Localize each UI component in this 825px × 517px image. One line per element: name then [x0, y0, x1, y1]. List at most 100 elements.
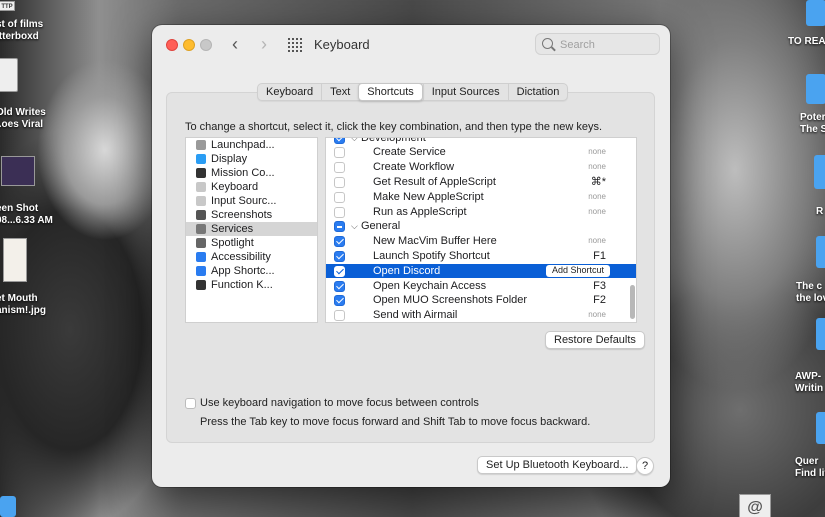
service-checkbox[interactable]: [334, 162, 345, 174]
setup-bluetooth-keyboard-button[interactable]: Set Up Bluetooth Keyboard...: [477, 456, 638, 474]
service-row[interactable]: New MacVim Buffer Here none: [326, 234, 636, 249]
service-checkbox[interactable]: [334, 295, 345, 307]
service-row[interactable]: Launch Spotify Shortcut F1: [326, 249, 636, 264]
service-row[interactable]: Send with Airmail none: [326, 308, 636, 322]
service-row[interactable]: Open Keychain Access F3: [326, 279, 636, 294]
category-item[interactable]: Function K...: [186, 278, 317, 292]
desktop-file[interactable]: [2, 238, 28, 286]
display-icon: [196, 154, 206, 164]
service-row[interactable]: Get Result of AppleScript ⌘*: [326, 175, 636, 190]
desktop-file[interactable]: TTP: [0, 0, 16, 12]
tab-dictation[interactable]: Dictation: [507, 84, 568, 100]
services-scrollbar[interactable]: [628, 137, 637, 323]
desktop-folder[interactable]: [816, 412, 825, 448]
shortcut-key[interactable]: none: [588, 234, 606, 249]
category-item[interactable]: Screenshots: [186, 208, 317, 222]
service-checkbox[interactable]: [334, 221, 345, 233]
forward-button[interactable]: ›: [255, 35, 273, 55]
desktop-folder[interactable]: [816, 236, 825, 272]
shortcut-key[interactable]: ⌘*: [591, 175, 606, 190]
shortcut-key[interactable]: none: [588, 160, 606, 175]
tab-shortcuts[interactable]: Shortcuts: [358, 83, 423, 101]
service-checkbox[interactable]: [334, 250, 345, 262]
category-item[interactable]: Accessibility: [186, 250, 317, 264]
service-checkbox[interactable]: [334, 176, 345, 188]
category-item[interactable]: Input Sourc...: [186, 194, 317, 208]
service-row[interactable]: Run as AppleScript none: [326, 205, 636, 220]
shortcut-key[interactable]: none: [588, 190, 606, 205]
desktop-file-label[interactable]: et Mouth anism!.jpg: [0, 293, 52, 317]
desktop-folder[interactable]: [806, 74, 825, 108]
folder-icon: [806, 74, 825, 104]
service-checkbox[interactable]: [334, 138, 345, 144]
desktop-folder[interactable]: [0, 496, 16, 517]
search-field[interactable]: [535, 33, 660, 55]
category-item[interactable]: Display: [186, 152, 317, 166]
desktop-file-label[interactable]: Old Writes ..oes Viral: [0, 107, 52, 131]
tab-text[interactable]: Text: [321, 84, 358, 100]
desktop-folder-label[interactable]: R: [816, 206, 825, 218]
tab-input-sources[interactable]: Input Sources: [422, 84, 508, 100]
service-checkbox[interactable]: [334, 280, 345, 292]
service-checkbox[interactable]: [334, 147, 345, 159]
category-item[interactable]: Keyboard: [186, 180, 317, 194]
desktop-folder-label[interactable]: TO REA: [788, 36, 825, 48]
keyboard-navigation-checkbox[interactable]: [185, 398, 196, 409]
service-checkbox[interactable]: [334, 206, 345, 218]
shortcut-key[interactable]: none: [588, 145, 606, 160]
service-group-row[interactable]: ⌵ General: [326, 219, 636, 234]
desktop-folder[interactable]: [816, 318, 825, 354]
restore-defaults-button[interactable]: Restore Defaults: [545, 331, 645, 349]
desktop-folder[interactable]: [806, 0, 825, 30]
spotlight-icon: [196, 238, 206, 248]
desktop-file-label[interactable]: een Shot 08...6.33 AM: [0, 203, 58, 227]
desktop-folder-label[interactable]: Poter The S: [800, 112, 825, 136]
service-row[interactable]: Open MUO Screenshots Folder F2: [326, 293, 636, 308]
chevron-down-icon[interactable]: ⌵: [351, 219, 358, 234]
service-checkbox[interactable]: [334, 236, 345, 248]
service-group-row[interactable]: ⌵ Development: [326, 138, 636, 145]
desktop-file[interactable]: @: [738, 494, 772, 517]
scroll-thumb[interactable]: [630, 285, 635, 319]
back-button[interactable]: ‹: [226, 35, 244, 55]
category-item[interactable]: Launchpad...: [186, 138, 317, 152]
shortcut-key[interactable]: F2: [593, 293, 606, 308]
shortcut-key[interactable]: F3: [593, 279, 606, 294]
desktop-file-label[interactable]: Quer Find lit: [795, 456, 825, 480]
close-button[interactable]: [166, 39, 178, 51]
search-input[interactable]: [560, 37, 655, 52]
category-item[interactable]: App Shortc...: [186, 264, 317, 278]
tab-keyboard[interactable]: Keyboard: [258, 84, 321, 100]
service-label: Launch Spotify Shortcut: [373, 249, 490, 262]
shortcut-key[interactable]: none: [588, 205, 606, 220]
service-checkbox[interactable]: [334, 191, 345, 203]
service-row[interactable]: Make New AppleScript none: [326, 190, 636, 205]
category-item[interactable]: Spotlight: [186, 236, 317, 250]
function-keys-icon: [196, 280, 206, 290]
desktop-folder[interactable]: [814, 155, 825, 193]
category-item[interactable]: Services: [186, 222, 317, 236]
desktop-file[interactable]: [0, 58, 20, 96]
service-checkbox[interactable]: [334, 265, 345, 277]
service-label: Get Result of AppleScript: [373, 175, 496, 188]
shortcut-key[interactable]: none: [588, 308, 606, 322]
chevron-down-icon[interactable]: ⌵: [351, 138, 358, 145]
launchpad-icon: [196, 140, 206, 150]
show-all-grid-icon[interactable]: [288, 38, 302, 52]
service-row[interactable]: Create Workflow none: [326, 160, 636, 175]
desktop-file-label[interactable]: st of films .tterboxd: [0, 19, 48, 43]
category-label: Keyboard: [211, 181, 259, 193]
zoom-button[interactable]: [200, 39, 212, 51]
service-row[interactable]: Create Service none: [326, 145, 636, 160]
desktop-file[interactable]: [0, 156, 36, 190]
service-checkbox[interactable]: [334, 310, 345, 322]
desktop-folder-label[interactable]: The c the lov: [796, 281, 825, 305]
shortcut-key[interactable]: F1: [593, 249, 606, 264]
service-label: General: [361, 220, 401, 233]
desktop-file-label[interactable]: AWP- Writin: [795, 371, 825, 395]
add-shortcut-button[interactable]: Add Shortcut: [545, 264, 610, 277]
category-item[interactable]: Mission Co...: [186, 166, 317, 180]
minimize-button[interactable]: [183, 39, 195, 51]
help-button[interactable]: ?: [636, 457, 654, 475]
service-row[interactable]: Open Discord Add Shortcut: [326, 263, 636, 279]
